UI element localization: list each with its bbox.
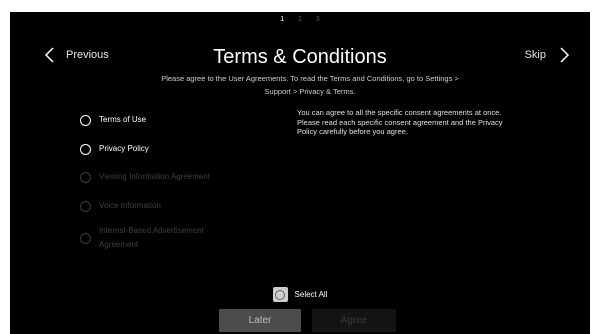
option-viewing-information: Viewing Information Agreement <box>80 170 210 184</box>
option-label: Voice Information <box>99 201 161 210</box>
option-voice-information: Voice Information <box>80 199 161 213</box>
option-label: Viewing Information Agreement <box>99 172 211 181</box>
chevron-right-icon <box>560 47 570 63</box>
info-line-3: Policy carefully before you agree. <box>297 127 408 136</box>
option-interest-based-advertisement: Interest-Based Advertisement Agreement <box>80 224 204 252</box>
option-label: Privacy Policy <box>99 144 149 153</box>
skip-label: Skip <box>524 49 546 61</box>
option-terms-of-use[interactable]: Terms of Use <box>80 113 146 127</box>
option-label-line-2: Agreement <box>99 240 139 249</box>
info-line-2: Please read each specific consent agreem… <box>297 117 503 127</box>
later-button[interactable]: Later <box>219 309 301 332</box>
agree-button[interactable]: Agree <box>312 309 396 332</box>
step-indicator: 1 2 3 <box>10 16 590 23</box>
radio-icon <box>80 114 91 126</box>
radio-icon <box>80 200 91 212</box>
option-privacy-policy[interactable]: Privacy Policy <box>80 142 149 156</box>
page-title: Terms & Conditions <box>213 46 387 68</box>
step-2: 2 <box>298 16 302 23</box>
option-label: Terms of Use <box>99 115 147 124</box>
option-label: Interest-Based Advertisement Agreement <box>99 224 204 252</box>
consent-info-text: You can agree to all the specific consen… <box>297 108 557 137</box>
select-all-label: Select All <box>294 290 328 299</box>
tv-setup-screen: 1 2 3 Previous Terms & Conditions Skip P… <box>10 12 590 334</box>
option-label-line-1: Interest-Based Advertisement <box>99 226 204 235</box>
radio-icon <box>80 232 91 244</box>
step-3: 3 <box>315 16 320 23</box>
radio-icon <box>80 143 91 155</box>
subtitle-line-1: Please agree to the User Agreements. To … <box>161 74 459 83</box>
step-1: 1 <box>280 16 285 23</box>
skip-button[interactable]: Skip <box>525 47 570 63</box>
select-all-checkbox[interactable]: Select All <box>10 287 590 302</box>
info-line-1: You can agree to all the specific consen… <box>297 108 502 117</box>
checkbox-icon <box>272 287 288 302</box>
page-subtitle: Please agree to the User Agreements. To … <box>120 72 500 98</box>
subtitle-line-2: Support > Privacy & Terms. <box>264 87 356 96</box>
radio-icon <box>80 171 91 183</box>
